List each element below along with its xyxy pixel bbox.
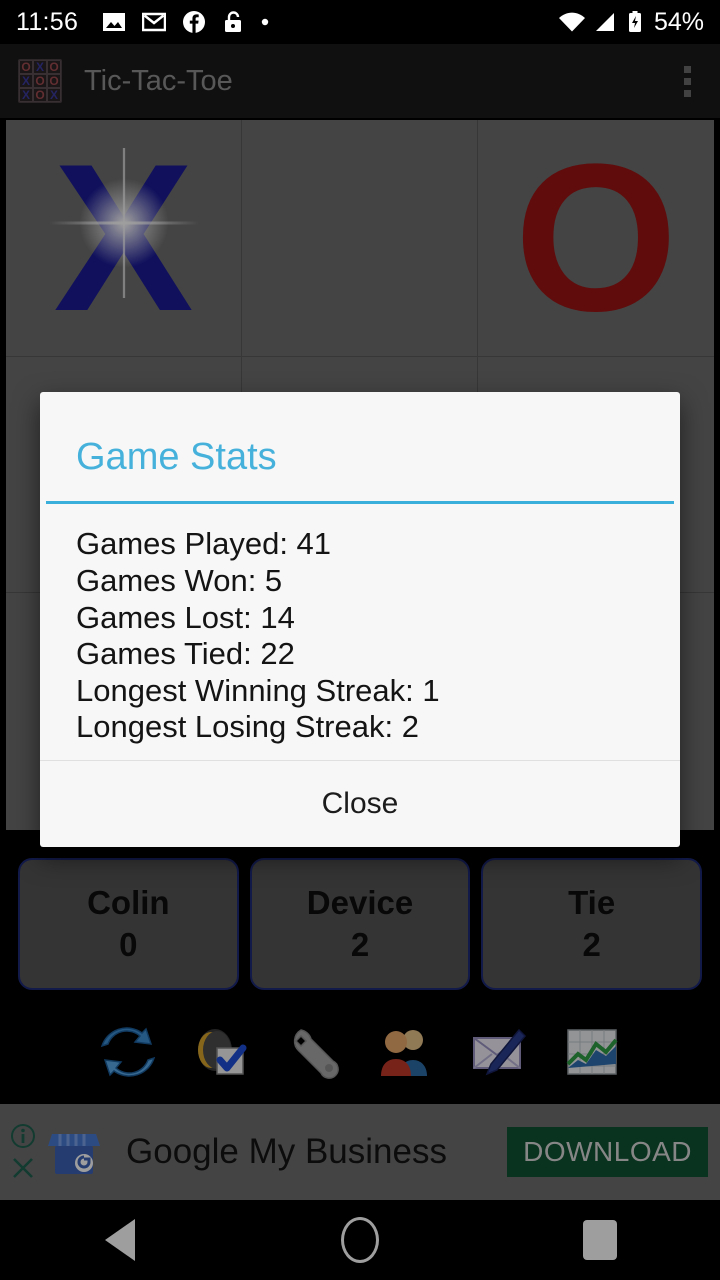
status-bar: 11:56 54% <box>0 0 720 44</box>
wifi-icon <box>558 12 585 32</box>
recents-button[interactable] <box>540 1200 660 1280</box>
close-button[interactable]: Close <box>302 781 419 827</box>
stat-games-lost: Games Lost: 14 <box>76 599 295 635</box>
stat-longest-losing-streak: Longest Losing Streak: 2 <box>76 709 419 745</box>
battery-icon <box>628 11 641 32</box>
status-system-icons: 54% <box>558 8 704 37</box>
home-circle-icon <box>341 1217 379 1263</box>
home-button[interactable] <box>300 1200 420 1280</box>
status-notification-icons <box>102 10 270 34</box>
stat-longest-winning-streak: Longest Winning Streak: 1 <box>76 672 440 708</box>
battery-percent-label: 54% <box>653 7 704 36</box>
gmail-icon <box>142 12 167 32</box>
dialog-actions: Close <box>40 759 680 847</box>
recents-square-icon <box>583 1220 617 1260</box>
phone-screen: 11:56 54% OXO XOO XOX Tic-Tac-Toe X O Co… <box>0 0 720 1280</box>
unlock-icon <box>225 11 242 32</box>
image-icon <box>103 13 126 31</box>
stat-games-tied: Games Tied: 22 <box>76 636 295 672</box>
signal-icon <box>595 13 614 31</box>
dialog-title: Game Stats <box>76 436 277 478</box>
dialog-body: Games Played: 41 Games Won: 5 Games Lost… <box>40 504 680 759</box>
dot-icon <box>262 18 269 26</box>
facebook-icon <box>183 11 206 33</box>
back-button[interactable] <box>60 1200 180 1280</box>
game-stats-dialog: Game Stats Games Played: 41 Games Won: 5… <box>40 392 680 847</box>
stat-games-played: Games Played: 41 <box>76 526 332 562</box>
stat-games-won: Games Won: 5 <box>76 562 283 598</box>
navigation-bar <box>0 1200 720 1280</box>
status-clock: 11:56 <box>16 7 79 36</box>
back-triangle-icon <box>105 1219 135 1261</box>
